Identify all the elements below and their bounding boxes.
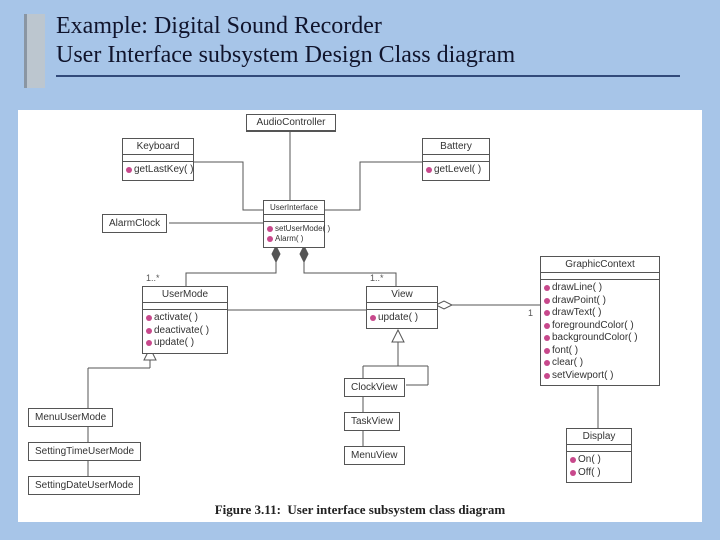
- title-block: Example: Digital Sound Recorder User Int…: [0, 0, 720, 77]
- class-userinterface: UserInterface setUserMode( ) Alarm( ): [263, 200, 325, 248]
- class-keyboard: Keyboard getLastKey( ): [122, 138, 194, 181]
- figure-number: Figure 3.11:: [215, 502, 281, 517]
- class-alarmclock: AlarmClock: [102, 214, 167, 233]
- operation: setUserMode( ): [275, 224, 330, 234]
- operation: setViewport( ): [552, 370, 614, 383]
- class-audiocontroller: AudioController: [246, 114, 336, 132]
- operation: update( ): [154, 337, 194, 350]
- diagram-panel: AudioController Keyboard getLastKey( ) B…: [18, 110, 702, 522]
- operation: getLastKey( ): [134, 164, 193, 177]
- title-underline: [56, 75, 680, 77]
- figure-text: User interface subsystem class diagram: [287, 502, 505, 517]
- visibility-icon: [126, 167, 132, 173]
- visibility-icon: [544, 335, 550, 341]
- operation: activate( ): [154, 312, 198, 325]
- visibility-icon: [544, 360, 550, 366]
- operation: drawText( ): [552, 307, 601, 320]
- operation: On( ): [578, 454, 601, 467]
- class-name: Display: [567, 429, 631, 445]
- class-menuusermode: MenuUserMode: [28, 408, 113, 427]
- visibility-icon: [544, 298, 550, 304]
- operation: backgroundColor( ): [552, 332, 638, 345]
- class-usermode: UserMode activate( ) deactivate( ) updat…: [142, 286, 228, 354]
- title-line-1: Example: Digital Sound Recorder: [56, 13, 382, 39]
- visibility-icon: [570, 457, 576, 463]
- class-display: Display On( ) Off( ): [566, 428, 632, 483]
- class-settingtimeusermode: SettingTimeUserMode: [28, 442, 141, 461]
- operation: foregroundColor( ): [552, 320, 634, 333]
- class-taskview: TaskView: [344, 412, 400, 431]
- visibility-icon: [544, 348, 550, 354]
- operation: font( ): [552, 345, 578, 358]
- operation: deactivate( ): [154, 325, 209, 338]
- operation: drawLine( ): [552, 282, 602, 295]
- multiplicity: 1..*: [370, 273, 384, 283]
- multiplicity: 1: [528, 308, 533, 318]
- operation: clear( ): [552, 357, 583, 370]
- operation: drawPoint( ): [552, 295, 606, 308]
- visibility-icon: [370, 315, 376, 321]
- operation: Alarm( ): [275, 234, 303, 244]
- class-clockview: ClockView: [344, 378, 405, 397]
- visibility-icon: [426, 167, 432, 173]
- visibility-icon: [544, 323, 550, 329]
- class-name: Keyboard: [123, 139, 193, 155]
- visibility-icon: [146, 340, 152, 346]
- multiplicity: 1..*: [146, 273, 160, 283]
- figure-caption: Figure 3.11: User interface subsystem cl…: [18, 502, 702, 518]
- class-graphiccontext: GraphicContext drawLine( ) drawPoint( ) …: [540, 256, 660, 386]
- class-name: UserMode: [143, 287, 227, 303]
- class-view: View update( ): [366, 286, 438, 329]
- class-menuview: MenuView: [344, 446, 405, 465]
- visibility-icon: [146, 328, 152, 334]
- operation: Off( ): [578, 467, 601, 480]
- class-name: GraphicContext: [541, 257, 659, 273]
- uml-diagram: AudioController Keyboard getLastKey( ) B…: [18, 110, 702, 522]
- class-name: View: [367, 287, 437, 303]
- class-name: UserInterface: [264, 201, 324, 215]
- visibility-icon: [267, 236, 273, 242]
- accent-bar: [24, 14, 45, 88]
- visibility-icon: [544, 285, 550, 291]
- title-line-2: User Interface subsystem Design Class di…: [56, 42, 515, 68]
- class-name: AudioController: [247, 115, 335, 131]
- operation: getLevel( ): [434, 164, 481, 177]
- visibility-icon: [544, 310, 550, 316]
- visibility-icon: [146, 315, 152, 321]
- class-settingdateusermode: SettingDateUserMode: [28, 476, 140, 495]
- visibility-icon: [267, 226, 273, 232]
- class-battery: Battery getLevel( ): [422, 138, 490, 181]
- visibility-icon: [570, 470, 576, 476]
- visibility-icon: [544, 373, 550, 379]
- slide: Example: Digital Sound Recorder User Int…: [0, 0, 720, 540]
- operation: update( ): [378, 312, 418, 325]
- class-name: Battery: [423, 139, 489, 155]
